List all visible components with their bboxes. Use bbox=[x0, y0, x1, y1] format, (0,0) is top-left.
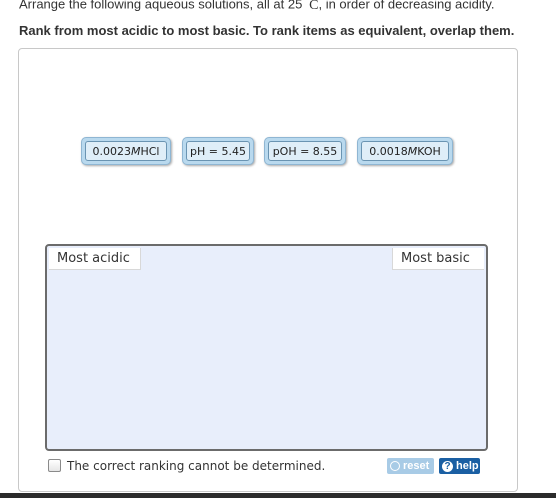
tile-hcl-label: 0.0023 M HCl bbox=[85, 141, 167, 161]
help-icon: ? bbox=[442, 460, 453, 472]
tile-hcl[interactable]: 0.0023 M HCl bbox=[81, 137, 171, 165]
tile-poh-label: pOH = 8.55 bbox=[268, 141, 342, 161]
help-button[interactable]: ? help bbox=[439, 458, 480, 474]
degree-symbol: ° bbox=[306, 0, 309, 3]
instruction-suffix: , in order of decreasing acidity. bbox=[318, 0, 495, 12]
ranking-drop-area[interactable]: Most acidic Most basic bbox=[45, 244, 488, 451]
instruction-line-1: Arrange the following aqueous solutions,… bbox=[19, 0, 549, 14]
tile-koh-label: 0.0018 M KOH bbox=[361, 141, 449, 161]
tile-hcl-suffix: HCl bbox=[140, 144, 160, 158]
tile-hcl-unit: M bbox=[130, 144, 141, 158]
temperature-unit: °C bbox=[306, 0, 319, 13]
instruction-prefix: Arrange the following aqueous solutions,… bbox=[19, 0, 306, 12]
help-label: help bbox=[456, 460, 479, 472]
tile-koh-unit: M bbox=[407, 144, 418, 158]
tile-poh[interactable]: pOH = 8.55 bbox=[264, 137, 346, 165]
reset-label: reset bbox=[403, 460, 430, 472]
tile-ph[interactable]: pH = 5.45 bbox=[182, 137, 254, 165]
tile-hcl-prefix: 0.0023 bbox=[92, 144, 131, 158]
reset-button[interactable]: reset bbox=[387, 458, 434, 474]
cannot-determine-checkbox[interactable] bbox=[48, 459, 61, 472]
cannot-determine-label[interactable]: The correct ranking cannot be determined… bbox=[67, 459, 325, 473]
tile-ph-label: pH = 5.45 bbox=[186, 141, 250, 161]
reset-icon bbox=[390, 461, 400, 471]
most-acidic-label: Most acidic bbox=[49, 248, 141, 270]
tile-koh-prefix: 0.0018 bbox=[369, 144, 408, 158]
bottom-bar bbox=[0, 493, 556, 498]
instruction-line-2: Rank from most acidic to most basic. To … bbox=[19, 23, 515, 38]
tile-koh[interactable]: 0.0018 M KOH bbox=[357, 137, 453, 165]
tile-koh-suffix: KOH bbox=[417, 144, 441, 158]
most-basic-label: Most basic bbox=[392, 248, 484, 270]
